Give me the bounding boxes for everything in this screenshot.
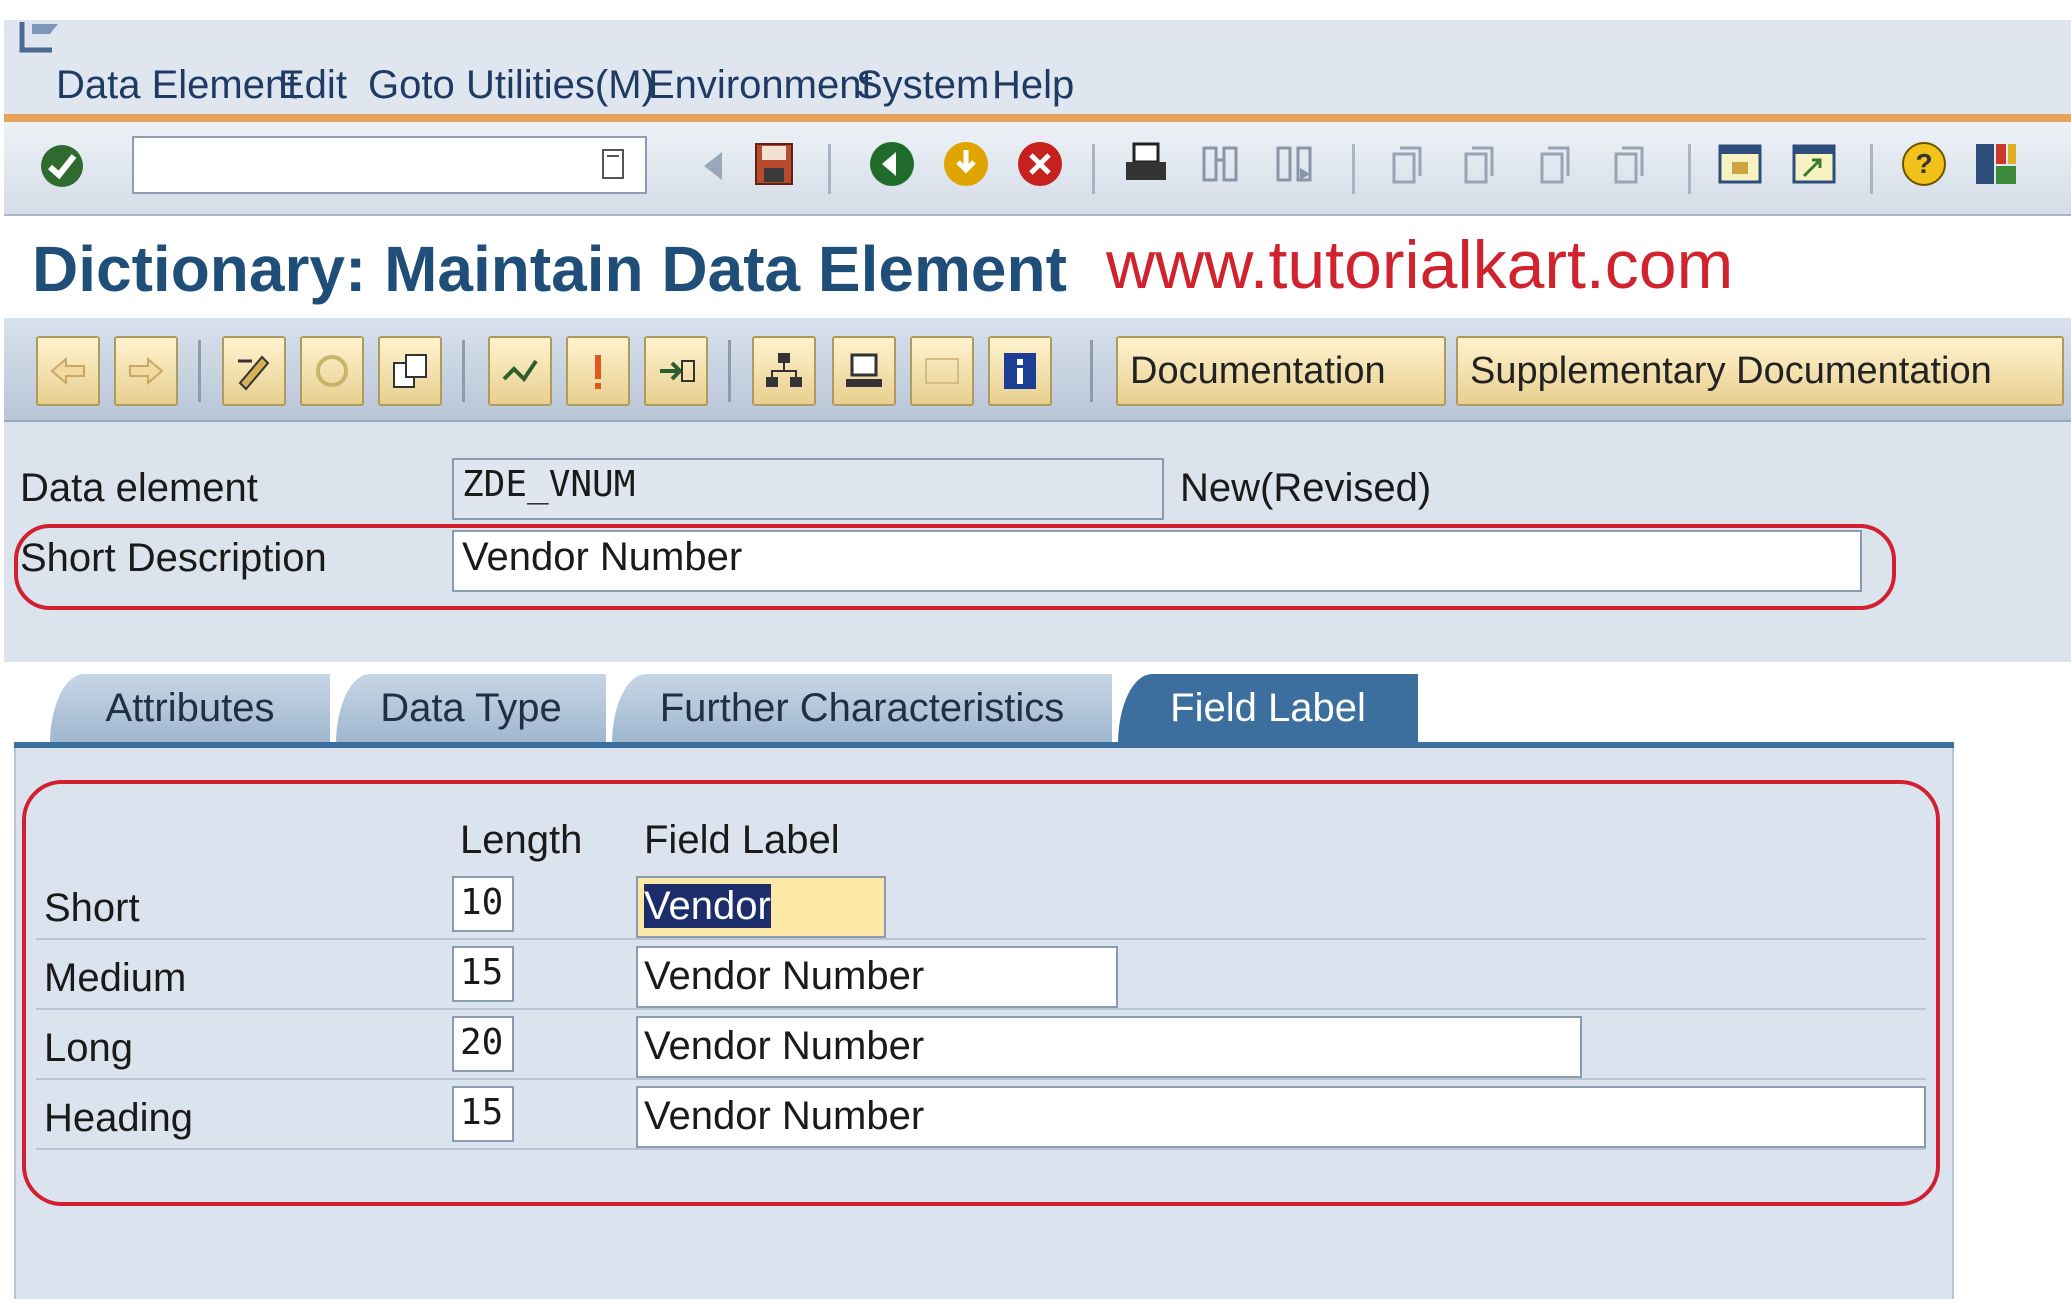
where-used-icon (595, 355, 601, 389)
toolbar-separator (1870, 144, 1873, 194)
menu-utilities[interactable]: Utilities(M) (466, 56, 655, 114)
command-dropdown-icon[interactable] (594, 144, 632, 184)
menu-bar: Data Element Edit Goto Utilities(M) Envi… (4, 56, 2071, 116)
menu-help[interactable]: Help (992, 56, 1074, 114)
print-icon[interactable] (1122, 140, 1170, 188)
where-used-list-button[interactable] (644, 336, 708, 406)
navigation-window-icon (846, 353, 882, 387)
toolbar-separator (828, 144, 831, 194)
where-used-button[interactable] (566, 336, 630, 406)
display-object-list-button[interactable] (910, 336, 974, 406)
save-icon[interactable] (750, 140, 798, 188)
other-object-icon (316, 355, 348, 387)
cancel-icon[interactable] (1016, 140, 1064, 188)
activate-button[interactable] (378, 336, 442, 406)
system-menu-icon[interactable] (18, 20, 68, 56)
menu-environment[interactable]: Environment (648, 56, 873, 114)
find-icon[interactable] (1196, 140, 1244, 188)
toolbar-separator (1352, 144, 1355, 194)
display-object-list-icon (925, 358, 959, 384)
status-text: New(Revised) (1180, 466, 1432, 510)
layout-icon[interactable] (1972, 140, 2020, 188)
exit-icon[interactable] (942, 140, 990, 188)
back-icon[interactable] (868, 140, 916, 188)
create-session-icon[interactable] (1716, 140, 1764, 188)
documentation-button[interactable]: Documentation (1116, 336, 1446, 406)
object-list-icon (766, 353, 802, 387)
menu-system[interactable]: System (856, 56, 989, 114)
menu-goto[interactable]: Goto (368, 56, 455, 114)
where-used-list-icon (660, 360, 695, 382)
back-arrow-button[interactable] (36, 336, 100, 406)
toolbar-separator (198, 340, 201, 402)
tab-further-characteristics[interactable]: Further Characteristics (612, 674, 1112, 744)
svg-text:?: ? (1915, 148, 1932, 179)
highlight-outline (14, 524, 1896, 610)
tab-attributes[interactable]: Attributes (50, 674, 330, 744)
object-list-button[interactable] (752, 336, 816, 406)
forward-arrow-icon (129, 356, 164, 386)
forward-arrow-button[interactable] (114, 336, 178, 406)
data-element-field: ZDE_VNUM (452, 458, 1164, 520)
back-arrow-icon (50, 356, 85, 386)
toolbar-separator (1092, 144, 1095, 194)
toolbar-separator (1090, 340, 1093, 402)
watermark-text: www.tutorialkart.com (1106, 227, 1734, 303)
back-arrow-icon[interactable] (690, 142, 738, 190)
display-change-button[interactable] (222, 336, 286, 406)
tab-field-label[interactable]: Field Label (1118, 674, 1418, 744)
data-element-label: Data element (20, 466, 258, 510)
shortcut-icon[interactable] (1790, 140, 1838, 188)
menu-edit[interactable]: Edit (278, 56, 347, 114)
info-icon (1004, 353, 1036, 389)
navigation-window-button[interactable] (832, 336, 896, 406)
command-field[interactable] (132, 136, 647, 194)
check-icon (502, 359, 538, 383)
last-page-icon[interactable] (1606, 140, 1654, 188)
first-page-icon[interactable] (1384, 140, 1432, 188)
toolbar-separator (1688, 144, 1691, 194)
highlight-outline (22, 780, 1940, 1206)
activate-icon (393, 354, 427, 388)
toolbar-separator (462, 340, 465, 402)
info-button[interactable] (988, 336, 1052, 406)
help-icon[interactable]: ? (1900, 140, 1948, 188)
next-page-icon[interactable] (1532, 140, 1580, 188)
toolbar-separator (728, 340, 731, 402)
other-object-button[interactable] (300, 336, 364, 406)
supplementary-documentation-button[interactable]: Supplementary Documentation (1456, 336, 2064, 406)
check-button[interactable] (488, 336, 552, 406)
previous-page-icon[interactable] (1456, 140, 1504, 188)
tab-data-type[interactable]: Data Type (336, 674, 606, 744)
find-next-icon[interactable] (1270, 140, 1318, 188)
menu-data-element[interactable]: Data Element (56, 56, 298, 114)
enter-icon[interactable] (38, 142, 86, 190)
display-change-icon (238, 355, 270, 391)
page-title: Dictionary: Maintain Data Element (32, 233, 1067, 305)
menu-divider (4, 114, 2071, 122)
